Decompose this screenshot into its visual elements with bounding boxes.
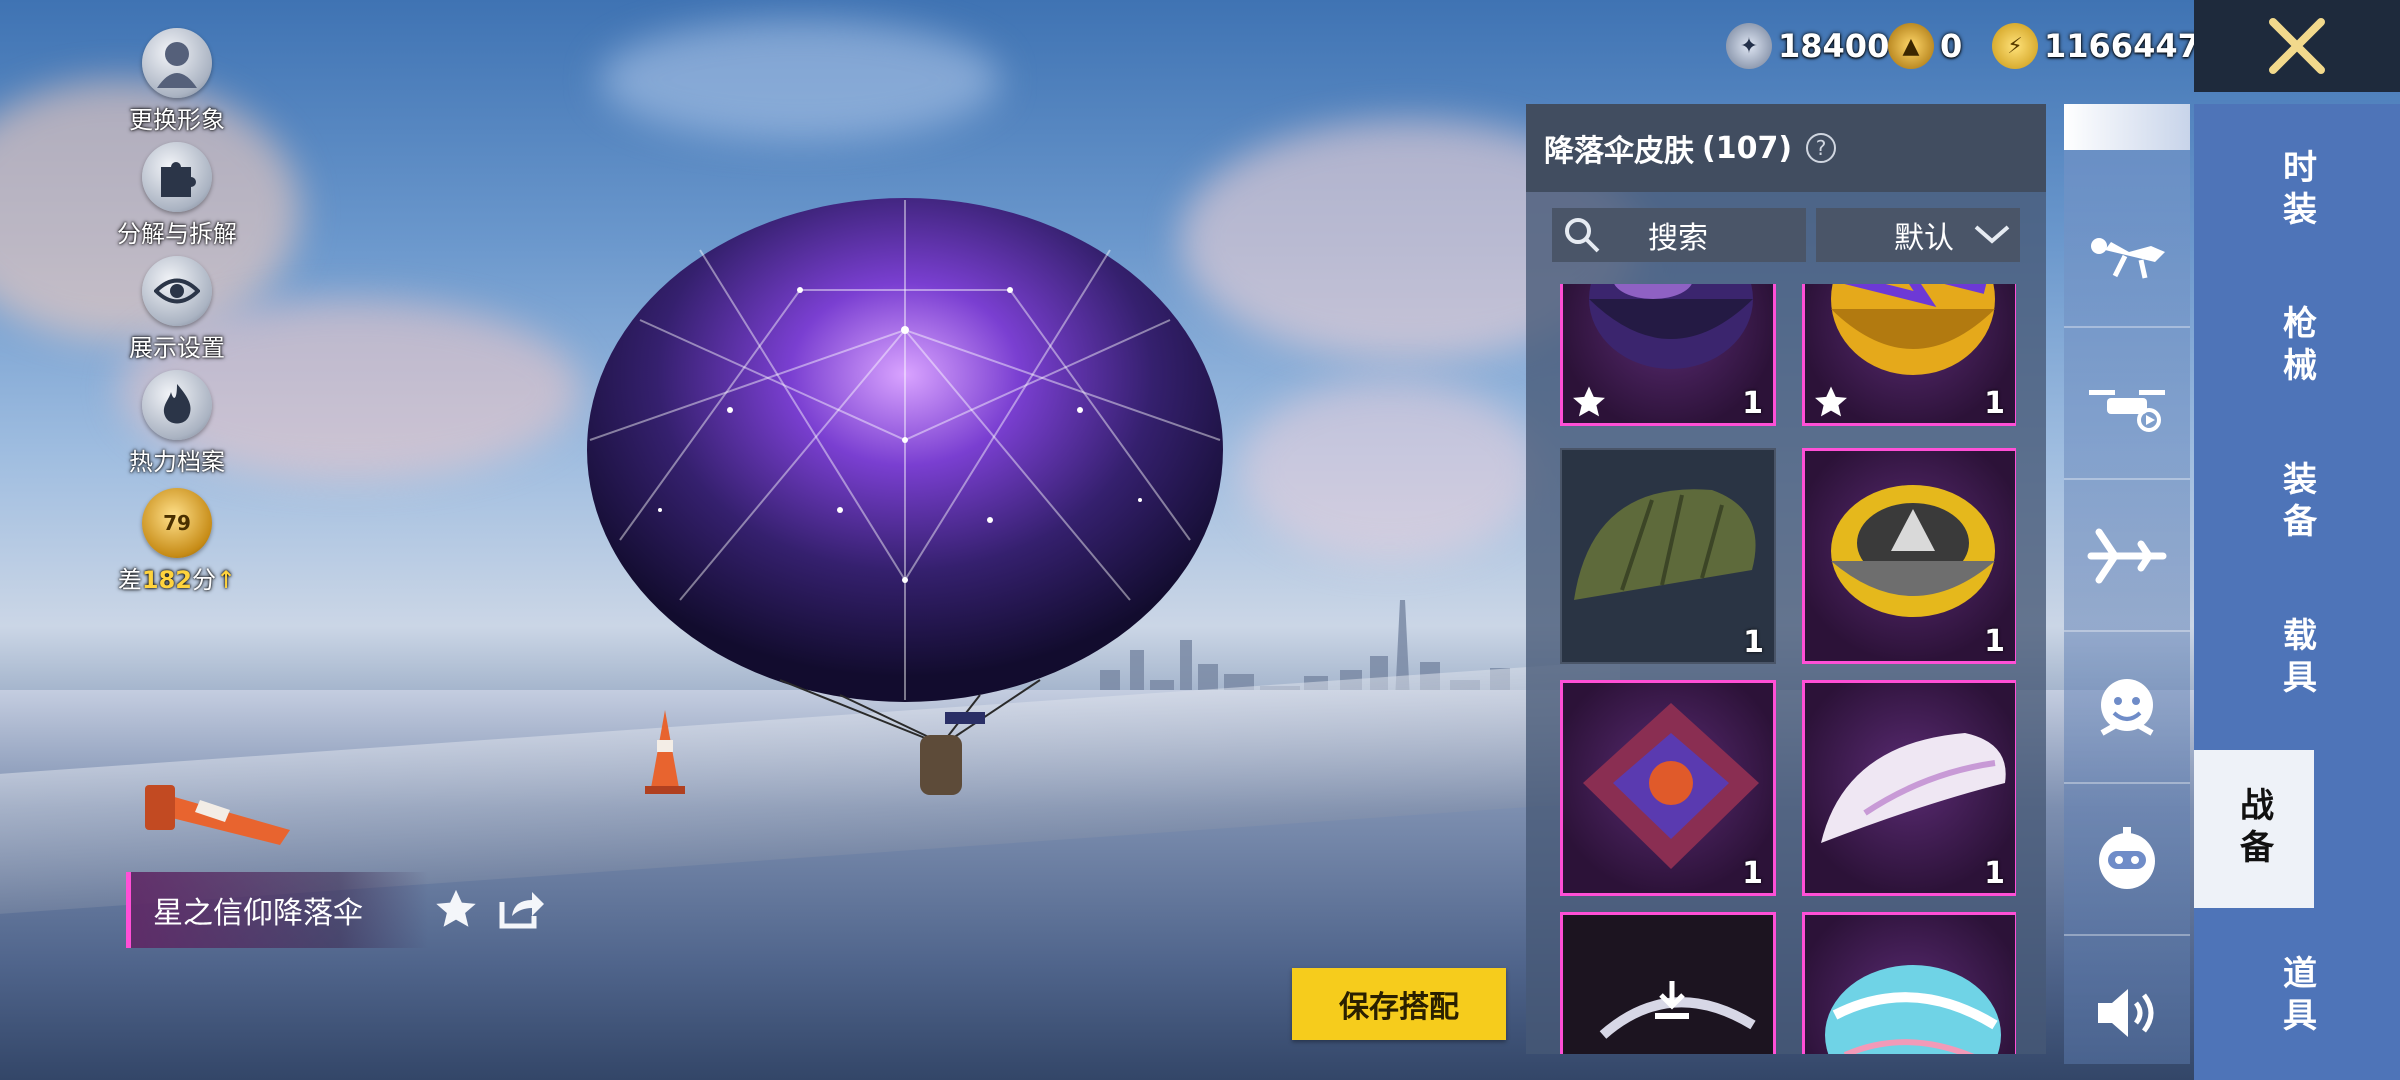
menu-label: 载具 — [2276, 617, 2317, 701]
airplane-icon — [2087, 528, 2167, 584]
menu-label: 时装 — [2276, 149, 2317, 233]
skin-card-olive[interactable]: 1 — [1560, 448, 1776, 664]
currency-gold[interactable]: ▲ 0 — [1888, 18, 1962, 74]
favorite-star-icon[interactable] — [1571, 385, 1607, 419]
selected-item-name: 星之信仰降落伞 — [153, 896, 363, 931]
item-count: 1 — [1742, 856, 1763, 891]
search-icon — [1565, 218, 1600, 253]
skin-card-galaxy[interactable]: 1 — [1560, 284, 1776, 426]
gold-emblem-icon: ▲ — [1888, 23, 1934, 69]
currency-silver-value: 18400 — [1778, 27, 1890, 65]
rank-badge[interactable]: 79 差182分↑ — [102, 488, 252, 595]
skin-card-download[interactable] — [1560, 912, 1776, 1054]
display-settings-label: 展示设置 — [129, 334, 225, 362]
rank-prefix: 差 — [117, 566, 142, 594]
panel-count: (107) — [1702, 130, 1793, 166]
menu-label: 枪械 — [2276, 305, 2317, 389]
selected-item-name-bar: 星之信仰降落伞 — [126, 872, 428, 948]
sort-label: 默认 — [1894, 221, 1954, 256]
currency-gold-value: 0 — [1940, 27, 1963, 65]
panel-title: 降落伞皮肤 — [1544, 134, 1694, 169]
change-avatar-label: 更换形象 — [129, 106, 225, 134]
currency-lightning-value: 1166447 — [2044, 27, 2200, 65]
cloud — [600, 20, 1000, 140]
change-avatar-button[interactable]: 更换形象 — [102, 28, 252, 135]
search-label: 搜索 — [1648, 221, 1708, 256]
category-menu: 时装 枪械 装备 载具 战备 道具 — [2194, 104, 2400, 1080]
emote-face-icon — [2100, 679, 2154, 736]
eye-icon — [142, 256, 212, 326]
up-arrow-icon: ↑ — [216, 566, 237, 594]
item-count: 1 — [1984, 624, 2005, 659]
currency-silver[interactable]: ✦ 18400 — [1726, 18, 1889, 74]
subcategory-strip — [2064, 104, 2190, 1064]
subcategory-header — [2064, 104, 2190, 150]
favorite-star-icon[interactable] — [1813, 385, 1849, 419]
parachute-preview — [587, 198, 1223, 795]
subcategory-airplane[interactable] — [2064, 482, 2190, 632]
decompose-button[interactable]: 分解与拆解 — [102, 142, 252, 249]
currency-lightning[interactable]: ⚡ 1166447 — [1992, 18, 2200, 74]
item-count: 1 — [1984, 386, 2005, 421]
menu-label: 战备 — [2233, 787, 2274, 871]
chevron-down-icon — [1974, 225, 2010, 244]
menu-item-props[interactable]: 道具 — [2194, 918, 2400, 1076]
rank-points: 182 — [141, 566, 192, 594]
skin-card-cyan-swirl[interactable] — [1802, 912, 2016, 1054]
cloud — [1240, 380, 1540, 560]
menu-item-fashion[interactable]: 时装 — [2194, 112, 2400, 270]
skydiver-icon — [2091, 238, 2165, 279]
panel-header: 降落伞皮肤 (107) ? — [1526, 104, 2046, 192]
share-icon[interactable] — [496, 886, 546, 930]
flame-icon — [142, 370, 212, 440]
heat-archive-button[interactable]: 热力档案 — [102, 370, 252, 477]
rank-emblem-icon: 79 — [142, 488, 212, 558]
download-icon[interactable] — [1649, 977, 1695, 1023]
drone-icon — [2089, 390, 2165, 432]
skin-card-yellow-emblem[interactable]: 1 — [1802, 448, 2016, 664]
skin-panel: 降落伞皮肤 (107) ? 搜索 默认 1 1 1 1 1 1 — [1526, 104, 2046, 1054]
item-count: 1 — [1743, 625, 1764, 660]
skin-card-yellow-lightning[interactable]: 1 — [1802, 284, 2016, 426]
menu-label: 装备 — [2276, 461, 2317, 545]
subcategory-sound[interactable] — [2064, 938, 2190, 1080]
save-outfit-button[interactable]: 保存搭配 — [1292, 968, 1506, 1040]
silver-coin-icon: ✦ — [1726, 23, 1772, 69]
display-settings-button[interactable]: 展示设置 — [102, 256, 252, 363]
search-input[interactable]: 搜索 — [1552, 208, 1806, 262]
help-icon[interactable]: ? — [1806, 133, 1837, 163]
traffic-cone — [145, 785, 290, 845]
skin-card-diamond-purple[interactable]: 1 — [1560, 680, 1776, 896]
subcategory-drone[interactable] — [2064, 330, 2190, 480]
close-button[interactable] — [2194, 0, 2400, 92]
speaker-icon — [2098, 989, 2154, 1037]
decompose-label: 分解与拆解 — [117, 220, 237, 248]
skin-card-white-silk[interactable]: 1 — [1802, 680, 2016, 896]
cyan-parachute-thumbnail — [1825, 965, 2001, 1054]
sort-dropdown[interactable]: 默认 — [1816, 208, 2020, 262]
skin-grid: 1 1 1 1 1 1 — [1556, 284, 2016, 1054]
menu-item-equipment[interactable]: 装备 — [2194, 424, 2400, 582]
rank-level: 79 — [163, 511, 191, 535]
subcategory-emote[interactable] — [2064, 634, 2190, 784]
close-icon — [2269, 18, 2325, 74]
menu-item-vehicles[interactable]: 载具 — [2194, 580, 2400, 738]
heat-archive-label: 热力档案 — [129, 448, 225, 476]
menu-item-battle-gear[interactable]: 战备 — [2194, 750, 2314, 908]
menu-label: 道具 — [2276, 955, 2317, 1039]
item-count: 1 — [1984, 856, 2005, 891]
rank-progress-label: 差182分↑ — [102, 560, 252, 595]
robot-companion-icon — [2099, 827, 2155, 889]
subcategory-companion[interactable] — [2064, 786, 2190, 936]
lightning-coin-icon: ⚡ — [1992, 23, 2038, 69]
puzzle-icon — [142, 142, 212, 212]
menu-item-firearms[interactable]: 枪械 — [2194, 268, 2400, 426]
avatar-icon — [142, 28, 212, 98]
subcategory-skydiving[interactable] — [2064, 178, 2190, 328]
rank-suffix: 分 — [192, 566, 216, 594]
item-count: 1 — [1742, 386, 1763, 421]
favorite-star-icon[interactable] — [434, 888, 478, 930]
